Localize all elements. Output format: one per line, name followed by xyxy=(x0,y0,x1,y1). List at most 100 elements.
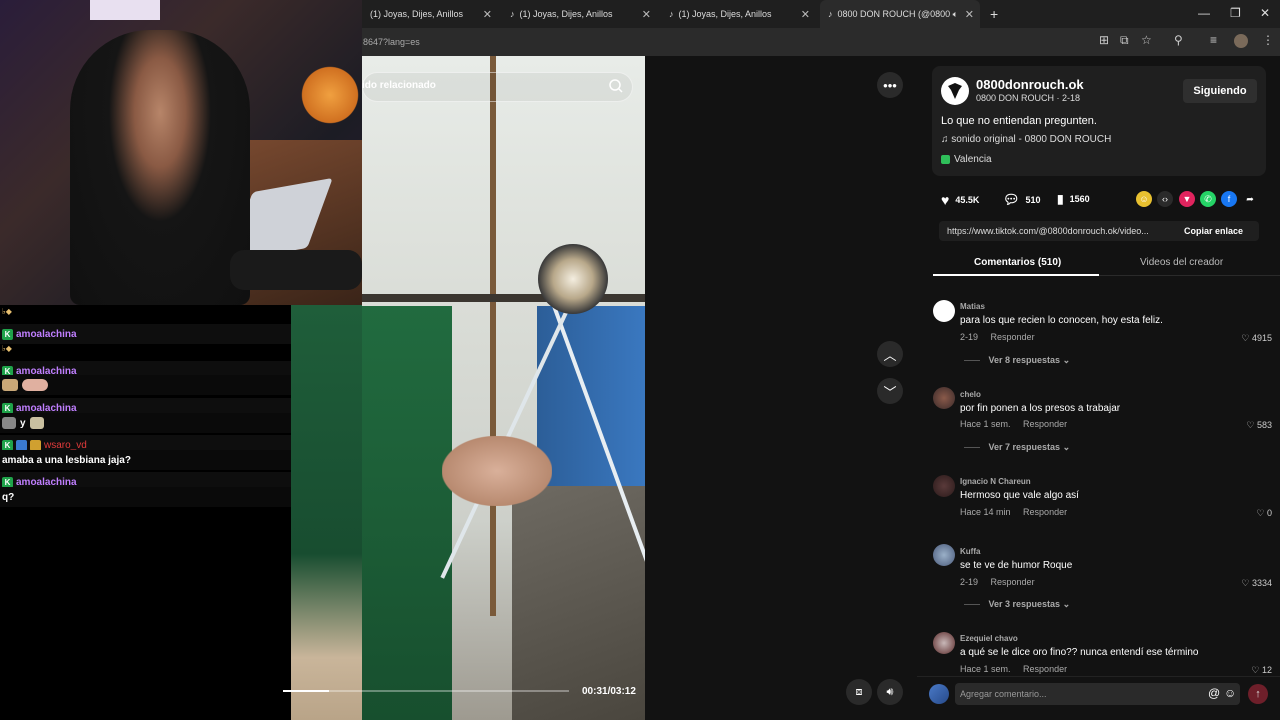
translate-icon[interactable]: ⊞ xyxy=(1099,33,1109,47)
tab-comments[interactable]: Comentarios (510) xyxy=(974,257,1061,268)
close-tab-icon[interactable]: ✕ xyxy=(483,8,492,21)
location-tag[interactable]: Valencia xyxy=(941,154,992,165)
repost-icon[interactable]: ▼ xyxy=(1179,191,1195,207)
chevron-up-icon[interactable]: ︿ xyxy=(877,341,903,367)
comment-like-button[interactable]: ♡ 12 xyxy=(1251,665,1272,676)
creator-avatar[interactable] xyxy=(941,77,969,105)
comment-avatar[interactable] xyxy=(933,544,955,566)
embed-icon[interactable]: ‹› xyxy=(1157,191,1173,207)
close-tab-icon[interactable]: ✕ xyxy=(801,8,810,21)
minimize-icon[interactable]: — xyxy=(1198,6,1210,20)
close-window-icon[interactable]: ✕ xyxy=(1260,6,1270,20)
comment-username[interactable]: Ignacio N Chareun xyxy=(960,477,1031,486)
browser-tab[interactable]: (1) Joyas, Dijes, Anillos ✕ xyxy=(362,0,498,28)
comment-avatar[interactable] xyxy=(933,387,955,409)
comment-avatar[interactable] xyxy=(933,300,955,322)
search-icon[interactable] xyxy=(608,78,624,94)
close-tab-icon[interactable]: ✕ xyxy=(642,8,651,21)
reply-button[interactable]: Responder xyxy=(1023,507,1067,517)
creator-handle[interactable]: 0800donrouch.ok xyxy=(976,77,1084,92)
profile-avatar[interactable] xyxy=(1234,34,1248,48)
tab-creator-videos[interactable]: Videos del creador xyxy=(1140,257,1223,268)
close-tab-icon[interactable]: ✕ xyxy=(965,8,974,21)
comment-text: para los que recien lo conocen, hoy esta… xyxy=(960,315,1163,326)
emote-icon xyxy=(2,417,16,429)
speaker-icon[interactable]: 🔈︎ xyxy=(953,9,958,20)
video-link-text[interactable]: https://www.tiktok.com/@0800donrouch.ok/… xyxy=(947,226,1149,236)
comment-text: por fin ponen a los presos a trabajar xyxy=(960,403,1121,414)
comment-avatar[interactable] xyxy=(933,475,955,497)
comment-bubble-icon: 💬︎ xyxy=(1003,192,1020,207)
comment-like-button[interactable]: ♡ 4915 xyxy=(1241,333,1272,344)
comment-like-count: 0 xyxy=(1266,508,1272,518)
video-pipe xyxy=(490,56,496,616)
browser-tab-active[interactable]: ♪ 0800 DON ROUCH (@0800 🔈︎ ✕ xyxy=(820,0,980,28)
mention-icon[interactable]: @ xyxy=(1208,686,1220,700)
emoji-icon[interactable]: ☺ xyxy=(1224,686,1236,700)
chat-username[interactable]: amoalachina xyxy=(16,329,77,340)
my-avatar[interactable] xyxy=(929,684,949,704)
location-pin-icon xyxy=(941,154,950,164)
chat-text: q? xyxy=(2,491,15,503)
reply-button[interactable]: Responder xyxy=(1023,664,1067,674)
video-description: Lo que no entiendan pregunten. xyxy=(941,115,1097,127)
url-text[interactable]: 8647?lang=es xyxy=(363,37,420,47)
chevron-down-icon[interactable]: ﹀ xyxy=(877,378,903,404)
chat-username[interactable]: amoalachina xyxy=(16,477,77,488)
view-replies-button[interactable]: Ver 8 respuestas ⌄ xyxy=(964,355,1071,366)
comment-username[interactable]: Ezequiel chavo xyxy=(960,634,1018,643)
view-replies-label: Ver 8 respuestas xyxy=(988,355,1061,365)
chat-badge-icon xyxy=(16,439,27,451)
comment-username[interactable]: Matias xyxy=(960,302,985,311)
video-person-arm xyxy=(442,436,552,506)
comment-like-button[interactable]: ♡ 0 xyxy=(1256,508,1272,519)
new-tab-button[interactable]: + xyxy=(982,0,1002,28)
reply-button[interactable]: Responder xyxy=(991,577,1035,587)
emote-icon xyxy=(29,417,44,429)
volume-icon[interactable]: 🔊︎ xyxy=(877,679,903,705)
facebook-icon[interactable]: f xyxy=(1221,191,1237,207)
view-replies-label: Ver 7 respuestas xyxy=(988,442,1061,452)
browser-tab[interactable]: ♪ (1) Joyas, Dijes, Anillos ✕ xyxy=(661,0,816,28)
copy-link-button[interactable]: Copiar enlace xyxy=(1184,226,1243,236)
extension-icon[interactable]: ⚲ xyxy=(1174,33,1183,47)
comment-username[interactable]: Kuffa xyxy=(960,547,980,556)
chat-username[interactable]: wsaro_vd xyxy=(44,440,87,451)
pip-icon[interactable]: ⧈ xyxy=(846,679,872,705)
webcam-streamer xyxy=(70,30,250,305)
bookmark-icon: ▮ xyxy=(1057,192,1064,206)
comment-like-button[interactable]: ♡ 3334 xyxy=(1241,578,1272,589)
view-replies-button[interactable]: Ver 3 respuestas ⌄ xyxy=(964,599,1071,610)
comment-username[interactable]: chelo xyxy=(960,390,981,399)
whatsapp-icon[interactable]: ✆ xyxy=(1200,191,1216,207)
reply-button[interactable]: Responder xyxy=(991,332,1035,342)
sound-link[interactable]: ♫ sonido original - 0800 DON ROUCH xyxy=(941,134,1111,145)
menu-kebab-icon[interactable]: ⋮ xyxy=(1262,33,1274,47)
chat-username[interactable]: amoalachina xyxy=(16,403,77,414)
tiktok-icon: ♪ xyxy=(510,9,515,19)
share-arrow-icon[interactable]: ➦ xyxy=(1242,191,1258,207)
view-replies-button[interactable]: Ver 7 respuestas ⌄ xyxy=(964,442,1071,453)
comment-meta: Hace 1 sem. Responder xyxy=(960,664,1067,674)
friends-share-icon[interactable]: ☺ xyxy=(1136,191,1152,207)
cast-icon[interactable]: ⧉ xyxy=(1120,33,1129,48)
video-bench xyxy=(512,486,645,720)
more-options-icon[interactable]: ••• xyxy=(877,72,903,98)
chat-text: y xyxy=(20,417,26,429)
comment-count: 510 xyxy=(1025,195,1041,205)
reply-button[interactable]: Responder xyxy=(1023,419,1067,429)
comment-like-button[interactable]: ♡ 583 xyxy=(1246,420,1272,431)
browser-tab[interactable]: ♪ (1) Joyas, Dijes, Anillos ✕ xyxy=(502,0,657,28)
tab-title: 0800 DON ROUCH (@0800 xyxy=(837,9,951,19)
comment-text: se te ve de humor Roque xyxy=(960,560,1073,571)
comment-button[interactable]: 💬︎ 510 xyxy=(1003,192,1041,208)
media-control-icon[interactable]: ≡ xyxy=(1210,33,1217,47)
bookmark-star-icon[interactable]: ☆ xyxy=(1141,33,1152,47)
like-button[interactable]: ♥ 45.5K xyxy=(941,192,979,208)
restore-icon[interactable]: ❐ xyxy=(1230,6,1241,20)
save-button[interactable]: ▮ 1560 xyxy=(1057,192,1090,206)
post-comment-button[interactable]: ↑ xyxy=(1248,684,1268,704)
comment-avatar[interactable] xyxy=(933,632,955,654)
following-button[interactable]: Siguiendo xyxy=(1183,79,1257,103)
video-player[interactable] xyxy=(362,56,645,720)
